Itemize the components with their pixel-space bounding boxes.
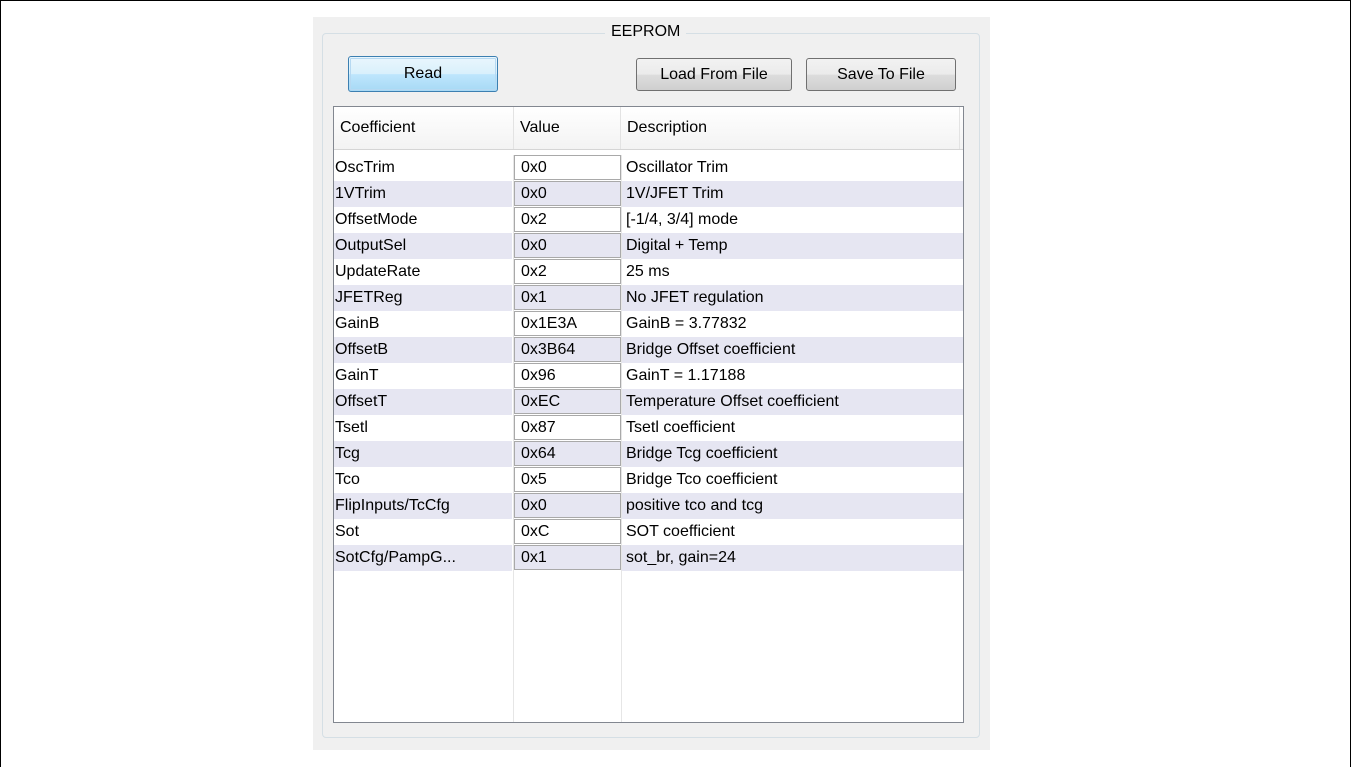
coefficient-description: GainT = 1.17188 [626,367,746,384]
table-row[interactable]: FlipInputs/TcCfg positive tco and tcg [334,493,963,519]
column-header-coefficient[interactable]: Coefficient [334,107,514,149]
coefficient-description: Digital + Temp [622,233,963,259]
coefficient-description: 25 ms [626,263,670,280]
table-row[interactable]: Sot SOT coefficient [334,519,963,545]
table-row[interactable]: OscTrim Oscillator Trim [334,155,963,181]
coefficient-description: Bridge Offset coefficient [622,337,963,363]
coefficient-name: GainT [335,367,379,384]
value-field[interactable] [514,545,621,570]
value-field[interactable] [514,441,621,466]
coefficient-table: Coefficient Value Description OscTrimOsc… [333,106,964,723]
value-field[interactable] [514,519,621,544]
value-field[interactable] [514,207,621,232]
value-field[interactable] [514,493,621,518]
value-field[interactable] [514,389,621,414]
coefficient-description: Bridge Tcg coefficient [622,441,963,467]
value-field[interactable] [514,337,621,362]
coefficient-name: UpdateRate [335,263,421,280]
value-field[interactable] [514,311,621,336]
coefficient-name: OffsetB [334,337,512,363]
coefficient-description: Oscillator Trim [626,159,729,176]
coefficient-description: Tsetl coefficient [626,419,736,436]
value-field[interactable] [514,467,621,492]
coefficient-description: SOT coefficient [626,523,735,540]
load-from-file-button[interactable]: Load From File [636,58,792,91]
coefficient-name: OffsetMode [335,211,418,228]
value-field[interactable] [514,285,621,310]
table-row[interactable]: JFETReg No JFET regulation [334,285,963,311]
coefficient-name: 1VTrim [334,181,512,207]
table-row[interactable]: Tsetl Tsetl coefficient [334,415,963,441]
coefficient-name: GainB [335,315,380,332]
value-field[interactable] [514,233,621,258]
coefficient-description: No JFET regulation [622,285,963,311]
value-field[interactable] [514,259,621,284]
value-field[interactable] [514,155,621,180]
value-field[interactable] [514,181,621,206]
column-header-value[interactable]: Value [514,107,621,149]
table-row[interactable]: GainB GainB = 3.77832 [334,311,963,337]
table-row[interactable]: GainT GainT = 1.17188 [334,363,963,389]
table-row[interactable]: OutputSel Digital + Temp [334,233,963,259]
table-row[interactable]: UpdateRate 25 ms [334,259,963,285]
coefficient-description: [-1/4, 3/4] mode [626,211,739,228]
coefficient-name: OutputSel [334,233,512,259]
coefficient-description: positive tco and tcg [622,493,963,519]
coefficient-description: Bridge Tco coefficient [626,471,778,488]
coefficient-description: 1V/JFET Trim [622,181,963,207]
value-field[interactable] [514,363,621,388]
table-row[interactable]: OffsetMode [-1/4, 3/4] mode [334,207,963,233]
coefficient-name: FlipInputs/TcCfg [334,493,512,519]
table-row[interactable]: OffsetT Temperature Offset coefficient [334,389,963,415]
table-header: Coefficient Value Description [334,107,963,150]
coefficient-name: OffsetT [334,389,512,415]
coefficient-description: GainB = 3.77832 [626,315,747,332]
table-row[interactable]: OffsetB Bridge Offset coefficient [334,337,963,363]
coefficient-name: Tco [335,471,360,488]
groupbox-title: EEPROM [605,22,687,42]
value-field[interactable] [514,415,621,440]
coefficient-name: JFETReg [334,285,512,311]
save-to-file-button[interactable]: Save To File [806,58,956,91]
coefficient-name: OscTrim [335,159,395,176]
coefficient-name: Tsetl [335,419,368,436]
table-row[interactable]: Tco Bridge Tco coefficient [334,467,963,493]
table-body: OscTrim Oscillator Trim 1VTrim 1V/JFET Trim… [334,155,963,571]
coefficient-name: SotCfg/PampG... [334,545,512,571]
coefficient-name: Tcg [334,441,512,467]
table-row[interactable]: SotCfg/PampG... sot_br, gain=24 [334,545,963,571]
coefficient-name: Sot [335,523,360,540]
coefficient-description: sot_br, gain=24 [622,545,963,571]
coefficient-description: Temperature Offset coefficient [622,389,963,415]
read-button[interactable]: Read [348,56,498,92]
table-row[interactable]: 1VTrim 1V/JFET Trim [334,181,963,207]
table-row[interactable]: Tcg Bridge Tcg coefficient [334,441,963,467]
column-header-description[interactable]: Description [621,107,960,149]
